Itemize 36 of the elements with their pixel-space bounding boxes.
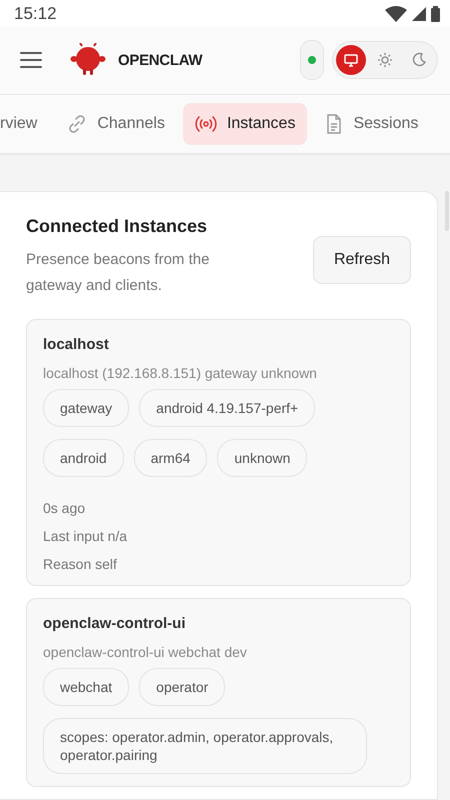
- status-time: 15:12: [14, 4, 57, 24]
- battery-icon: [431, 6, 440, 22]
- instance-detail: 0s ago: [43, 499, 86, 517]
- signal-icon: [412, 6, 426, 21]
- tag-chip: android: [43, 439, 124, 477]
- tag-chip: android 4.19.157-perf+: [139, 389, 316, 427]
- link-icon: [67, 114, 88, 134]
- refresh-button[interactable]: Refresh: [312, 236, 411, 284]
- tag-chip: webchat: [43, 668, 130, 706]
- nav-tab[interactable]: Channels: [55, 102, 177, 145]
- instance-meta: openclaw-control-ui webchat dev: [43, 644, 248, 660]
- card-title: Connected Instances: [26, 216, 208, 237]
- nav-tab[interactable]: Sessions: [313, 102, 430, 145]
- document-icon: [325, 114, 344, 134]
- menu-icon[interactable]: [20, 51, 42, 70]
- sun-icon: [377, 52, 393, 68]
- card-subtitle: Presence beacons from the gateway and clients.: [26, 250, 210, 296]
- moon-icon: [411, 52, 427, 68]
- instance-detail: Last input n/a: [43, 527, 128, 545]
- instance-name: localhost: [43, 336, 110, 353]
- instance-name: openclaw-control-ui: [43, 615, 186, 632]
- nav-tab[interactable]: Instances: [182, 102, 308, 145]
- instance-detail: Reason self: [43, 555, 118, 573]
- wifi-icon: [385, 6, 407, 22]
- monitor-icon: [343, 52, 359, 68]
- tag-chip: arm64: [134, 439, 208, 477]
- robot-mascot-icon: [70, 43, 106, 78]
- brand-name: OPENCLAW: [118, 52, 204, 69]
- tag-chip: scopes: operator.admin, operator.approvals, operator.pairing: [43, 718, 367, 774]
- broadcast-icon: [194, 114, 217, 134]
- tag-chip: gateway: [43, 389, 130, 427]
- tag-chip: operator: [139, 668, 226, 706]
- nav-tab[interactable]: rview: [0, 102, 50, 145]
- instance-meta: localhost (192.168.8.151) gateway unknown: [43, 365, 318, 381]
- monitor-theme-button[interactable]: [336, 45, 366, 76]
- tag-chip: unknown: [217, 439, 308, 477]
